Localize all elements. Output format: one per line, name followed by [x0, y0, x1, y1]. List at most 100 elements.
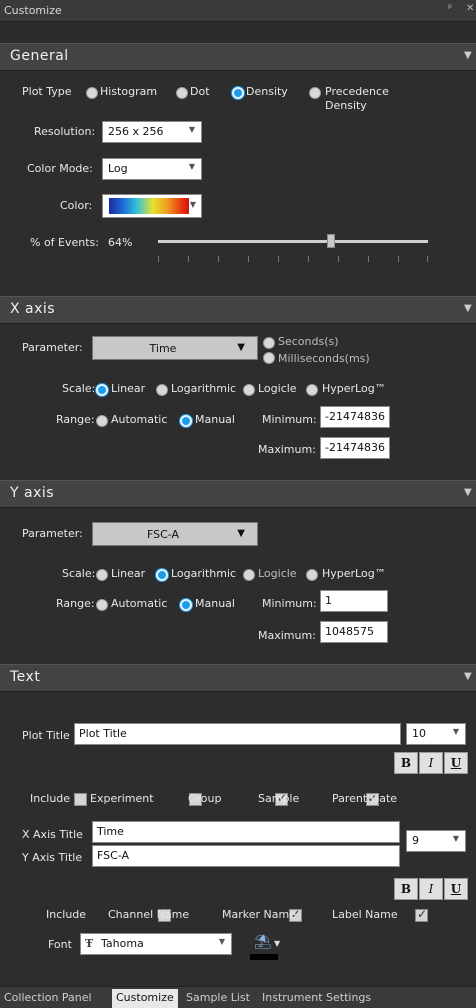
axis-title-size-value: 9	[412, 834, 419, 847]
y-manual-label: Manual	[195, 597, 235, 610]
close-icon[interactable]: ✕	[466, 3, 474, 14]
resolution-value: 256 x 256	[108, 125, 164, 138]
x-logicle-radio[interactable]	[243, 384, 255, 396]
section-title: Y axis	[10, 485, 55, 501]
y-logicle-label: Logicle	[258, 567, 297, 580]
tab-sample-list[interactable]: Sample List	[186, 991, 250, 1004]
precedence-density-radio[interactable]	[309, 87, 321, 99]
dot-label: Dot	[190, 85, 210, 98]
events-label: % of Events:	[30, 236, 99, 249]
color-gradient-swatch	[109, 198, 189, 214]
section-header-yaxis[interactable]: Y axis ▼	[0, 480, 476, 508]
y-axis-title-label: Y Axis Title	[22, 851, 83, 864]
collapse-arrow-icon[interactable]: ▼	[464, 303, 472, 314]
pin-icon[interactable]: ᵖ	[448, 3, 452, 14]
resolution-select[interactable]: 256 x 256 ▼	[102, 121, 202, 143]
section-title: General	[10, 48, 69, 64]
section-header-general[interactable]: General ▼	[0, 43, 476, 71]
x-automatic-radio[interactable]	[96, 415, 108, 427]
x-axis-title-input[interactable]: Time	[92, 821, 400, 843]
font-label: Font	[48, 938, 72, 951]
color-mode-select[interactable]: Log ▼	[102, 158, 202, 180]
plot-title-input[interactable]: Plot Title	[74, 723, 401, 745]
x-logicle-label: Logicle	[258, 382, 297, 395]
label-name-checkbox[interactable]	[415, 907, 428, 922]
axis-italic-button[interactable]: I	[419, 878, 443, 900]
font-select[interactable]: Ŧ Tahoma ▼	[80, 933, 232, 955]
underline-button[interactable]: U	[444, 752, 468, 774]
x-hyperlog-radio[interactable]	[306, 384, 318, 396]
x-max-label: Maximum:	[258, 443, 316, 456]
collapse-arrow-icon[interactable]: ▼	[464, 671, 472, 682]
y-parameter-value: FSC-A	[146, 528, 180, 541]
y-linear-label: Linear	[111, 567, 146, 580]
y-hyperlog-radio[interactable]	[306, 569, 318, 581]
y-max-input[interactable]: 1048575	[320, 621, 388, 643]
chevron-down-icon: ▼	[188, 162, 195, 171]
x-linear-label: Linear	[111, 382, 146, 395]
y-log-radio[interactable]	[156, 569, 168, 581]
section-header-xaxis[interactable]: X axis ▼	[0, 296, 476, 324]
precedence-density-label: Density	[325, 99, 367, 112]
tab-collection-panel[interactable]: Collection Panel	[4, 991, 92, 1004]
x-parameter-value: Time	[149, 342, 177, 355]
x-parameter-label: Parameter:	[22, 341, 83, 354]
density-radio[interactable]	[232, 87, 244, 99]
dot-radio[interactable]	[176, 87, 188, 99]
include-label-2: Include	[46, 908, 87, 921]
chevron-down-icon: ▼	[189, 200, 196, 209]
y-logicle-radio[interactable]	[243, 569, 255, 581]
chevron-down-icon: ▼	[452, 834, 459, 843]
experiment-checkbox[interactable]	[74, 792, 87, 806]
y-automatic-label: Automatic	[111, 597, 168, 610]
x-log-radio[interactable]	[156, 384, 168, 396]
histogram-label: Histogram	[100, 85, 158, 98]
collapse-arrow-icon[interactable]: ▼	[464, 487, 472, 498]
color-select[interactable]: ▼	[102, 194, 202, 218]
histogram-radio[interactable]	[86, 87, 98, 99]
include-label: Include	[30, 792, 71, 805]
paint-bucket-icon: ⛱	[254, 934, 272, 950]
y-parameter-label: Parameter:	[22, 527, 83, 540]
axis-title-size-select[interactable]: 9 ▼	[406, 830, 466, 852]
milliseconds-label: Milliseconds(ms)	[278, 352, 370, 365]
seconds-radio[interactable]	[263, 337, 275, 349]
axis-underline-button[interactable]: U	[444, 878, 468, 900]
x-max-input[interactable]: -21474836	[320, 437, 390, 459]
y-linear-radio[interactable]	[96, 569, 108, 581]
bold-button[interactable]: B	[394, 752, 418, 774]
sample-label: Sample	[258, 792, 300, 805]
y-axis-title-input[interactable]: FSC-A	[92, 845, 400, 867]
experiment-label: Experiment	[90, 792, 154, 805]
section-header-text[interactable]: Text ▼	[0, 664, 476, 692]
tab-customize[interactable]: Customize	[112, 989, 178, 1008]
events-value: 64%	[108, 236, 133, 249]
x-min-input[interactable]: -21474836	[320, 406, 390, 428]
y-manual-radio[interactable]	[180, 599, 192, 611]
y-parameter-select[interactable]: FSC-A ▼	[92, 522, 258, 546]
plot-type-label: Plot Type	[22, 85, 72, 98]
x-linear-radio[interactable]	[96, 384, 108, 396]
color-mode-value: Log	[108, 162, 128, 175]
y-min-input[interactable]: 1	[320, 590, 388, 612]
x-min-label: Minimum:	[262, 413, 317, 426]
chevron-down-icon: ▼	[237, 528, 245, 539]
y-min-label: Minimum:	[262, 597, 317, 610]
color-swatch	[250, 954, 278, 960]
italic-button[interactable]: I	[419, 752, 443, 774]
x-parameter-select[interactable]: Time ▼	[92, 336, 258, 360]
axis-bold-button[interactable]: B	[394, 878, 418, 900]
x-manual-radio[interactable]	[180, 415, 192, 427]
y-range-label: Range:	[56, 597, 95, 610]
plot-title-size-select[interactable]: 10 ▼	[406, 723, 466, 745]
events-slider-thumb[interactable]	[326, 234, 335, 248]
y-hyperlog-label: HyperLog™	[322, 567, 386, 580]
tab-instrument-settings[interactable]: Instrument Settings	[262, 991, 371, 1004]
collapse-arrow-icon[interactable]: ▼	[464, 50, 472, 61]
y-automatic-radio[interactable]	[96, 599, 108, 611]
font-value: Tahoma	[101, 937, 144, 950]
text-color-picker[interactable]: ⛱ ▼	[250, 934, 290, 960]
bottom-tab-bar: Collection Panel Customize Sample List I…	[0, 986, 476, 1008]
milliseconds-radio[interactable]	[263, 352, 275, 364]
events-slider-track[interactable]	[158, 240, 428, 243]
